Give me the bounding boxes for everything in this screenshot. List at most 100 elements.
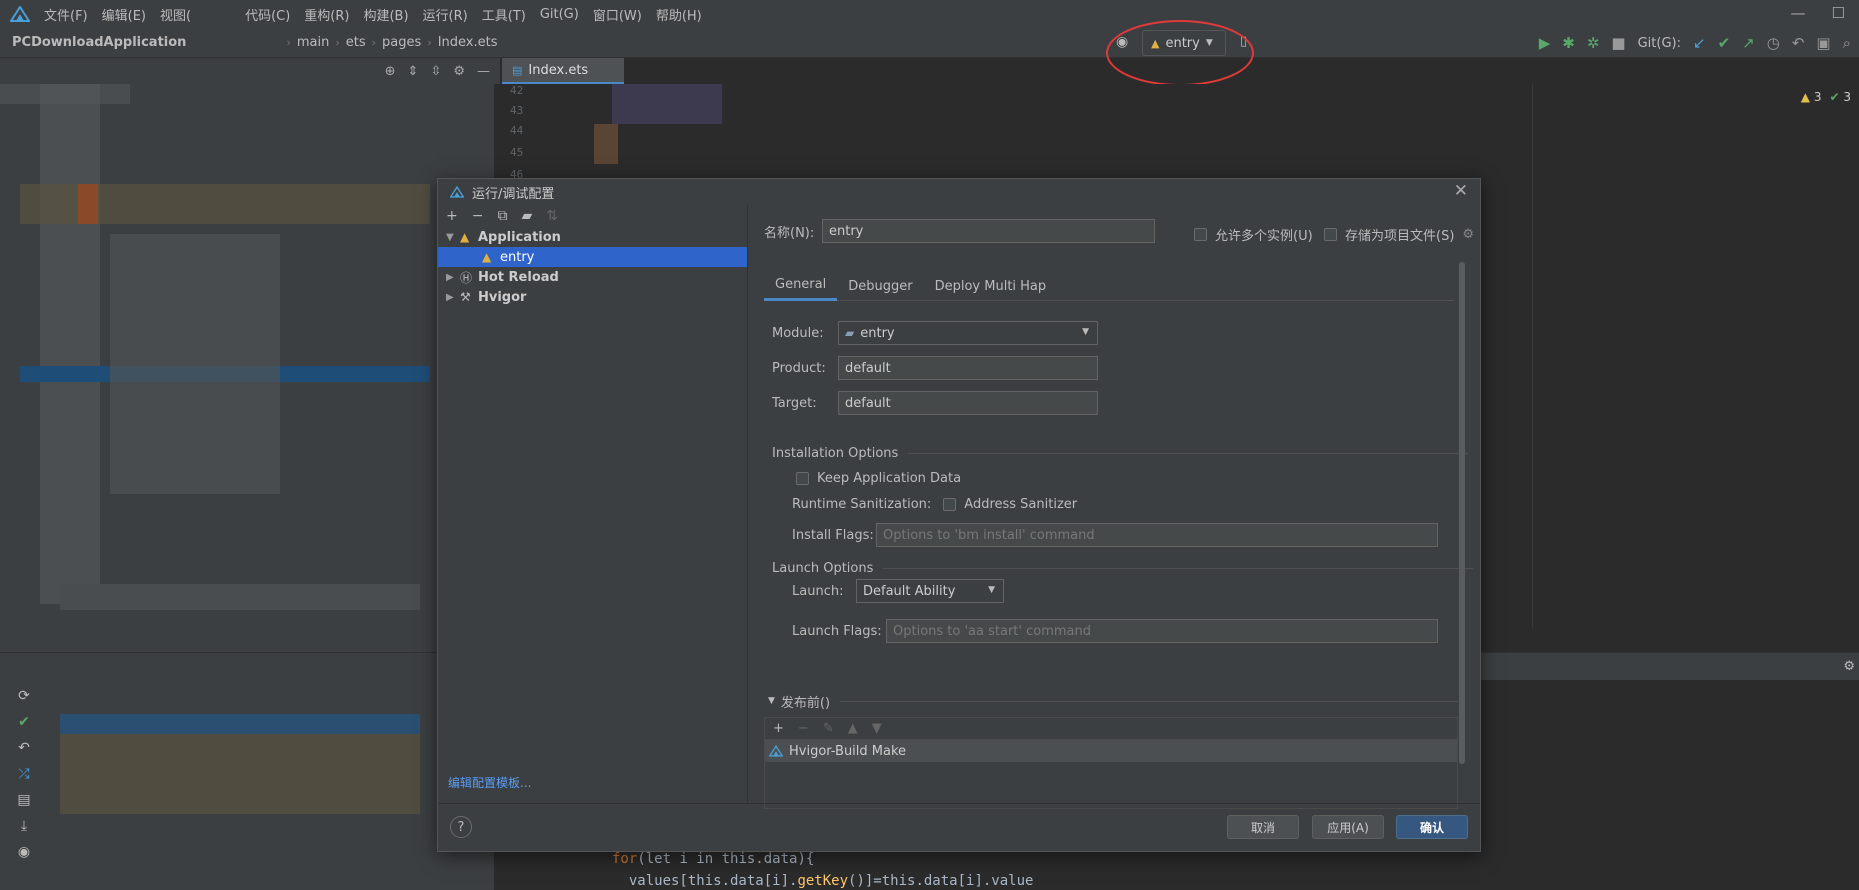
move-up-icon[interactable]: ▲: [848, 721, 858, 736]
git-update-icon[interactable]: ↙: [1693, 34, 1706, 52]
add-icon[interactable]: +: [446, 208, 458, 224]
menu-tools[interactable]: 工具(T): [482, 5, 526, 24]
menu-view[interactable]: 视图(: [160, 5, 191, 24]
menu-run[interactable]: 运行(R): [423, 5, 468, 24]
undo-icon[interactable]: ↶: [18, 740, 30, 756]
refresh-icon[interactable]: ⟳: [18, 688, 30, 704]
comment-icon[interactable]: ▤: [17, 792, 30, 808]
pixelated-region: [60, 584, 420, 610]
menu-code[interactable]: 代码(C): [245, 5, 290, 24]
attach-debugger-icon[interactable]: ✲: [1587, 34, 1600, 52]
run-config-selector[interactable]: ▲ entry ▼: [1142, 30, 1226, 56]
remove-icon[interactable]: −: [798, 721, 809, 736]
launch-select[interactable]: Default Ability ▼: [856, 579, 1004, 603]
product-input[interactable]: [838, 356, 1098, 380]
dialog-scrollbar[interactable]: [1459, 262, 1465, 764]
chevron-down-icon[interactable]: ▼: [768, 696, 775, 706]
debug-icon[interactable]: ✱: [1562, 34, 1575, 52]
keep-app-data[interactable]: Keep Application Data: [796, 471, 961, 486]
menu-git[interactable]: Git(G): [540, 7, 579, 22]
minimize-icon[interactable]: —: [1791, 4, 1806, 22]
device-icon[interactable]: ▯: [1240, 34, 1247, 49]
copy-icon[interactable]: ⧉: [497, 208, 507, 224]
search-icon[interactable]: ⌕: [1843, 34, 1851, 52]
breadcrumb-project[interactable]: PCDownloadApplication: [12, 35, 186, 50]
module-select[interactable]: ▰ entry ▼: [838, 321, 1098, 345]
breadcrumb-pages[interactable]: pages: [382, 35, 421, 50]
check-icon[interactable]: ✔: [18, 714, 30, 730]
remove-icon[interactable]: −: [472, 208, 484, 224]
target-icon[interactable]: ◉: [1116, 34, 1128, 50]
help-button[interactable]: ?: [450, 816, 472, 838]
editor-tab-index[interactable]: ▤ Index.ets: [502, 58, 624, 84]
add-icon[interactable]: +: [773, 721, 784, 736]
ok-button[interactable]: 确认: [1396, 815, 1468, 839]
git-push-icon[interactable]: ↗: [1742, 34, 1755, 52]
chevron-right-icon[interactable]: ▶: [446, 292, 460, 303]
before-launch-title: 发布前(): [780, 695, 831, 711]
before-launch-header[interactable]: ▼ 发布前(): [764, 691, 1458, 711]
chevron-right-icon: ›: [335, 36, 340, 49]
merge-icon[interactable]: ⤮: [18, 766, 29, 782]
store-as-project-checkbox[interactable]: [1324, 228, 1337, 241]
launch-label: Launch:: [792, 583, 844, 599]
maximize-icon[interactable]: ☐: [1832, 4, 1845, 22]
name-input[interactable]: [822, 219, 1155, 243]
move-down-icon[interactable]: ▼: [872, 721, 882, 736]
tab-deploy-multi-hap[interactable]: Deploy Multi Hap: [924, 271, 1058, 301]
product-label: Product:: [772, 360, 826, 376]
sort-icon[interactable]: ⇅: [546, 208, 558, 224]
allow-multiple-instances[interactable]: 允许多个实例(U): [1194, 225, 1313, 244]
cancel-button[interactable]: 取消: [1227, 815, 1299, 839]
store-as-project-file[interactable]: 存储为项目文件(S) ⚙: [1324, 225, 1474, 244]
eye-icon[interactable]: ◉: [18, 844, 30, 860]
collapse-all-icon[interactable]: ⇳: [430, 64, 441, 79]
chevron-right-icon[interactable]: ▶: [446, 272, 460, 283]
tree-item-application[interactable]: ▼ ▲ Application: [438, 227, 747, 247]
menu-file[interactable]: 文件(F): [44, 5, 88, 24]
tab-debugger[interactable]: Debugger: [837, 271, 923, 301]
breadcrumb-ets[interactable]: ets: [346, 35, 366, 50]
menu-window[interactable]: 窗口(W): [593, 5, 642, 24]
settings-sync-icon[interactable]: ▣: [1816, 34, 1830, 52]
menu-help[interactable]: 帮助(H): [656, 5, 702, 24]
breadcrumb-file[interactable]: Index.ets: [438, 35, 498, 50]
run-icon[interactable]: ▶: [1539, 34, 1551, 52]
inspection-widget[interactable]: ▲ 3 ✔ 3: [1801, 90, 1851, 104]
menu-refactor[interactable]: 重构(R): [304, 5, 349, 24]
breadcrumb-main[interactable]: main: [297, 35, 329, 50]
menu-build[interactable]: 构建(B): [363, 5, 408, 24]
tree-item-entry[interactable]: ▲ entry: [438, 247, 747, 267]
expand-all-icon[interactable]: ⇕: [408, 64, 419, 79]
gear-icon[interactable]: ⚙: [1462, 227, 1474, 242]
install-flags-input[interactable]: [876, 523, 1438, 547]
target-input[interactable]: [838, 391, 1098, 415]
tree-item-hot-reload[interactable]: ▶ Ⓗ Hot Reload: [438, 267, 747, 287]
allow-multiple-checkbox[interactable]: [1194, 228, 1207, 241]
git-commit-icon[interactable]: ✔: [1718, 34, 1731, 52]
tab-general[interactable]: General: [764, 271, 838, 301]
close-icon[interactable]: ✕: [1454, 181, 1468, 201]
keep-app-data-checkbox[interactable]: [796, 472, 809, 485]
stop-icon[interactable]: ■: [1611, 34, 1625, 52]
locate-icon[interactable]: ⊕: [385, 64, 396, 79]
project-toolbar: ⊕ ⇕ ⇳ ⚙ —: [0, 58, 500, 84]
address-sanitizer-checkbox[interactable]: [943, 498, 957, 511]
download-icon[interactable]: ⤓: [21, 818, 27, 834]
history-icon[interactable]: ◷: [1767, 34, 1780, 52]
pixelated-region: [40, 84, 100, 604]
launch-flags-input[interactable]: [886, 619, 1438, 643]
gear-icon[interactable]: ⚙: [453, 64, 465, 79]
chevron-down-icon[interactable]: ▼: [446, 232, 460, 243]
tree-item-hvigor[interactable]: ▶ ⚒ Hvigor: [438, 287, 747, 307]
edit-icon[interactable]: ✎: [823, 721, 834, 736]
folder-icon[interactable]: ▰: [521, 208, 532, 224]
list-item[interactable]: Hvigor-Build Make: [765, 740, 1457, 762]
gear-icon[interactable]: ⚙: [1843, 659, 1855, 674]
apply-button[interactable]: 应用(A): [1312, 815, 1384, 839]
menu-edit[interactable]: 编辑(E): [102, 5, 146, 24]
edit-templates-link[interactable]: 编辑配置模板...: [448, 774, 531, 791]
installation-options-section: Installation Options: [772, 446, 1469, 461]
rollback-icon[interactable]: ↶: [1792, 34, 1805, 52]
hide-icon[interactable]: —: [477, 64, 490, 79]
